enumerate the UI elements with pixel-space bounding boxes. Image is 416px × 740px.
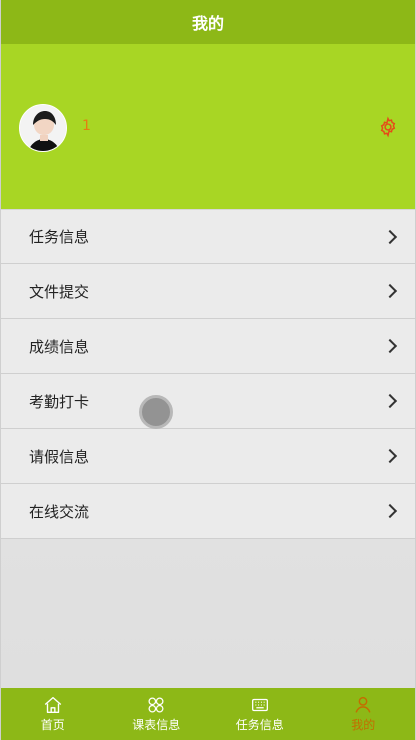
tab-schedule[interactable]: 课表信息 — [105, 688, 209, 740]
username-label: 1 — [82, 118, 91, 134]
tab-label: 首页 — [40, 718, 65, 732]
menu-item-label: 请假信息 — [29, 447, 90, 466]
menu-item-label: 成绩信息 — [29, 337, 90, 356]
chevron-right-icon — [382, 503, 398, 519]
tab-label: 我的 — [351, 718, 376, 732]
page-title: 我的 — [191, 14, 224, 33]
menu-item-online-chat[interactable]: 在线交流 — [1, 484, 415, 539]
touch-indicator — [139, 395, 173, 429]
avatar-photo — [20, 105, 66, 151]
menu-item-attendance[interactable]: 考勤打卡 — [1, 374, 415, 429]
profile-section: 1 — [1, 44, 415, 209]
menu-item-label: 在线交流 — [29, 502, 90, 521]
chevron-right-icon — [382, 229, 398, 244]
menu-item-label: 任务信息 — [29, 228, 90, 246]
user-icon — [355, 696, 371, 713]
tab-label: 课表信息 — [132, 718, 181, 732]
bottom-tab-bar: 首页 课表信息 任务信息 我的 — [1, 688, 415, 740]
grid-icon — [148, 697, 164, 713]
menu-item-task-info[interactable]: 任务信息 — [1, 209, 415, 264]
chevron-right-icon — [382, 448, 398, 464]
tab-label: 任务信息 — [235, 718, 284, 732]
chevron-right-icon — [382, 283, 398, 299]
keyboard-icon — [251, 698, 268, 712]
app-screen: 我的 1 任务信息 文件提交 成绩信息 考勤打卡 请假信息 在线交流 首页 课表… — [0, 0, 416, 740]
tab-me[interactable]: 我的 — [312, 688, 416, 740]
tab-home[interactable]: 首页 — [1, 688, 105, 740]
page-header: 我的 — [1, 0, 415, 44]
settings-gear-icon[interactable] — [377, 116, 399, 138]
chevron-right-icon — [382, 393, 398, 409]
avatar[interactable] — [19, 104, 67, 152]
menu-item-grades[interactable]: 成绩信息 — [1, 319, 415, 374]
menu-item-label: 考勤打卡 — [29, 392, 90, 411]
menu-item-file-submit[interactable]: 文件提交 — [1, 264, 415, 319]
menu-list: 任务信息 文件提交 成绩信息 考勤打卡 请假信息 在线交流 — [1, 209, 415, 539]
tab-task-info[interactable]: 任务信息 — [208, 688, 312, 740]
menu-item-label: 文件提交 — [29, 282, 90, 301]
menu-item-leave[interactable]: 请假信息 — [1, 429, 415, 484]
chevron-right-icon — [382, 338, 398, 354]
home-icon — [44, 696, 61, 714]
